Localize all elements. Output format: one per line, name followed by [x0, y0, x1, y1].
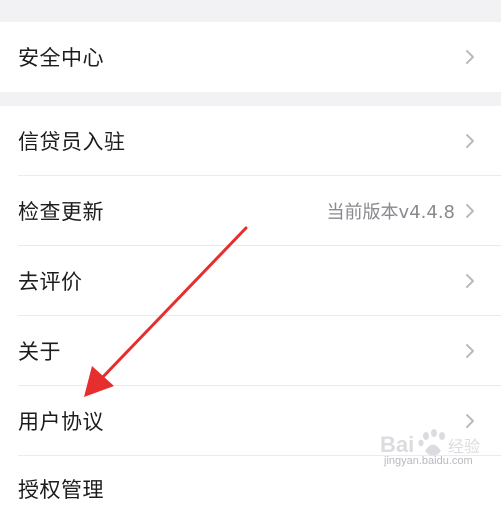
- chevron-right-icon: [463, 342, 477, 360]
- watermark-url: jingyan.baidu.com: [384, 455, 473, 467]
- current-version-value: 当前版本v4.4.8: [326, 202, 455, 223]
- menu-item-label: 安全中心: [18, 46, 104, 70]
- chevron-right-icon: [463, 202, 477, 220]
- menu-item-loan-officer-join[interactable]: 信贷员入驻: [0, 106, 501, 176]
- chevron-right-icon: [463, 272, 477, 290]
- baidu-jingyan-watermark: Bai 经验: [380, 429, 480, 457]
- menu-item-check-update[interactable]: 检查更新 当前版本v4.4.8: [0, 176, 501, 246]
- menu-item-label: 信贷员入驻: [18, 130, 126, 154]
- menu-item-about[interactable]: 关于: [0, 316, 501, 386]
- menu-item-label: 关于: [18, 340, 61, 364]
- menu-item-label: 检查更新: [18, 200, 104, 224]
- section-gap: [0, 92, 501, 106]
- menu-item-label: 去评价: [18, 270, 83, 294]
- chevron-right-icon: [463, 48, 477, 66]
- section-gap-top: [0, 0, 501, 22]
- chevron-right-icon: [463, 132, 477, 150]
- svg-text:Bai: Bai: [380, 432, 414, 457]
- menu-item-rate-app[interactable]: 去评价: [0, 246, 501, 316]
- menu-item-security-center[interactable]: 安全中心: [0, 22, 501, 92]
- menu-item-label: 授权管理: [18, 478, 104, 502]
- svg-text:经验: 经验: [448, 437, 480, 456]
